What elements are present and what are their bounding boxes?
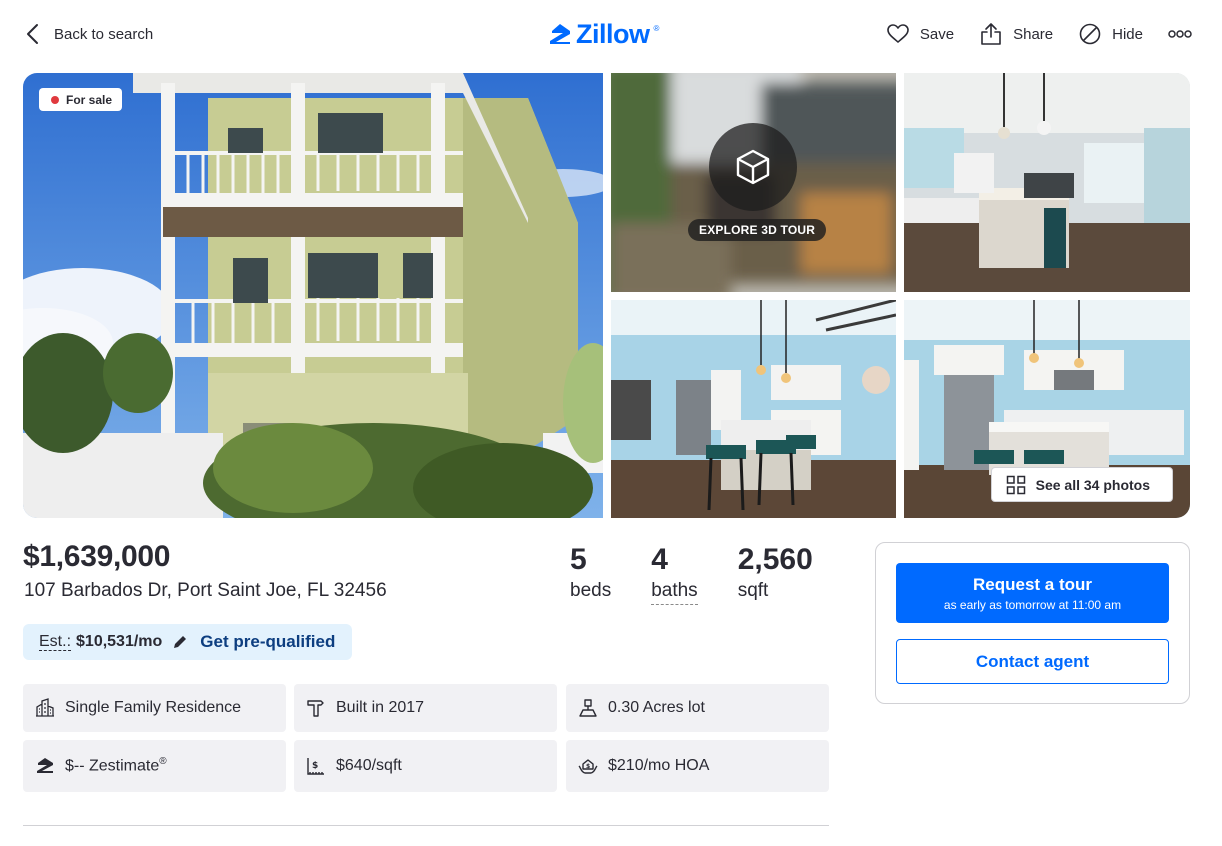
fact-price-per-sqft-text: $640/sqft (336, 757, 402, 774)
hide-label: Hide (1112, 25, 1143, 43)
share-button[interactable]: Share (979, 22, 1053, 46)
get-pre-qualified-link[interactable]: Get pre-qualified (200, 632, 335, 652)
listing-price: $1,639,000 (23, 540, 171, 573)
fact-lot-size: 0.30 Acres lot (566, 684, 829, 732)
fact-zestimate[interactable]: $-- Zestimate® (23, 740, 286, 792)
estimate-label[interactable]: Est.: (39, 633, 72, 651)
fact-property-type: Single Family Residence (23, 684, 286, 732)
price-per-sqft-icon: $ (307, 758, 324, 775)
back-to-search-label: Back to search (54, 25, 154, 43)
3d-tour-label[interactable]: EXPLORE 3D TOUR (688, 219, 827, 241)
share-label: Share (1013, 25, 1054, 43)
request-tour-label: Request a tour (972, 574, 1093, 594)
contact-agent-button[interactable]: Contact agent (896, 639, 1169, 684)
kitchen-overview-photo (904, 73, 1190, 292)
logo-wordmark: Zillow (576, 18, 650, 49)
3d-tour-button[interactable] (709, 123, 797, 211)
heart-icon (887, 24, 909, 43)
baths-label[interactable]: baths (651, 580, 698, 605)
fact-lot-size-text: 0.30 Acres lot (608, 699, 705, 716)
kitchen-island-photo (611, 300, 896, 518)
more-options-button[interactable] (1168, 29, 1192, 39)
save-label: Save (919, 25, 955, 43)
3d-cube-icon (736, 149, 770, 185)
zestimate-value: $-- Zestimate (65, 757, 160, 775)
zestimate-registered-mark: ® (159, 756, 167, 768)
grid-icon (1006, 475, 1025, 494)
more-dots-icon (1168, 30, 1192, 38)
svg-text:$: $ (312, 761, 318, 771)
save-button[interactable]: Save (886, 22, 954, 46)
top-bar: Back to search Zillow ® Save Share Hide (0, 0, 1222, 68)
zillow-house-icon (550, 24, 570, 44)
beds-label: beds (570, 580, 612, 601)
status-dot-icon (51, 95, 59, 104)
property-type-icon (36, 698, 54, 717)
hoa-icon: $ (578, 759, 598, 774)
fact-year-built-text: Built in 2017 (336, 699, 425, 716)
status-badge-label: For sale (66, 92, 113, 107)
house-exterior-photo (23, 73, 603, 518)
baths-count: 4 (651, 543, 668, 576)
gallery-photo-kitchen-island[interactable] (611, 300, 896, 518)
fact-price-per-sqft: $ $640/sqft (294, 740, 557, 792)
chevron-left-icon (27, 24, 38, 44)
contact-card: Request a tour as early as tomorrow at 1… (875, 542, 1190, 704)
monthly-estimate-bar: Est.: $10,531/mo Get pre-qualified (23, 624, 352, 660)
share-icon (981, 23, 1001, 45)
hide-icon (1079, 23, 1101, 45)
hammer-icon (307, 700, 324, 717)
gallery-photo-kitchen-appliances[interactable]: See all 34 photos (904, 300, 1190, 518)
fact-hoa-text: $210/mo HOA (608, 757, 710, 774)
baths-stat[interactable]: 4 baths (651, 543, 698, 605)
estimate-value: $10,531/mo (76, 633, 163, 650)
fact-year-built: Built in 2017 (294, 684, 557, 732)
see-all-photos-label: See all 34 photos (1035, 476, 1150, 493)
fact-hoa: $ $210/mo HOA (566, 740, 829, 792)
section-divider (23, 825, 829, 826)
back-to-search-link[interactable]: Back to search (24, 22, 153, 46)
hero-photo[interactable]: For sale (23, 73, 603, 518)
svg-text:$: $ (586, 763, 590, 770)
home-stats: 5 beds 4 baths 2,560 sqft (570, 543, 853, 605)
listing-actions: Save Share Hide (861, 20, 1192, 48)
fact-property-type-text: Single Family Residence (65, 699, 242, 716)
fact-zestimate-text: $-- Zestimate® (65, 756, 167, 775)
sqft-label: sqft (737, 580, 769, 601)
photo-gallery: For sale EXPLORE 3D TOUR See all 34 phot… (23, 73, 1190, 518)
listing-address: 107 Barbados Dr, Port Saint Joe, FL 3245… (24, 580, 387, 601)
hide-button[interactable]: Hide (1078, 22, 1143, 46)
see-all-photos-button[interactable]: See all 34 photos (990, 467, 1173, 502)
gallery-photo-kitchen-overview[interactable] (904, 73, 1190, 292)
zestimate-icon (37, 758, 53, 773)
beds-stat: 5 beds (570, 543, 611, 605)
zillow-logo[interactable]: Zillow ® (548, 18, 659, 50)
lot-icon (579, 699, 597, 717)
sqft-stat: 2,560 sqft (738, 543, 813, 605)
logo-registered-mark: ® (653, 24, 660, 33)
sqft-count: 2,560 (737, 543, 813, 576)
request-tour-subtext: as early as tomorrow at 11:00 am (943, 597, 1122, 612)
status-badge: For sale (39, 88, 123, 111)
request-tour-button[interactable]: Request a tour as early as tomorrow at 1… (896, 563, 1169, 623)
beds-count: 5 (570, 543, 587, 576)
pencil-icon[interactable] (172, 634, 188, 650)
3d-tour-tile[interactable]: EXPLORE 3D TOUR (611, 73, 896, 292)
